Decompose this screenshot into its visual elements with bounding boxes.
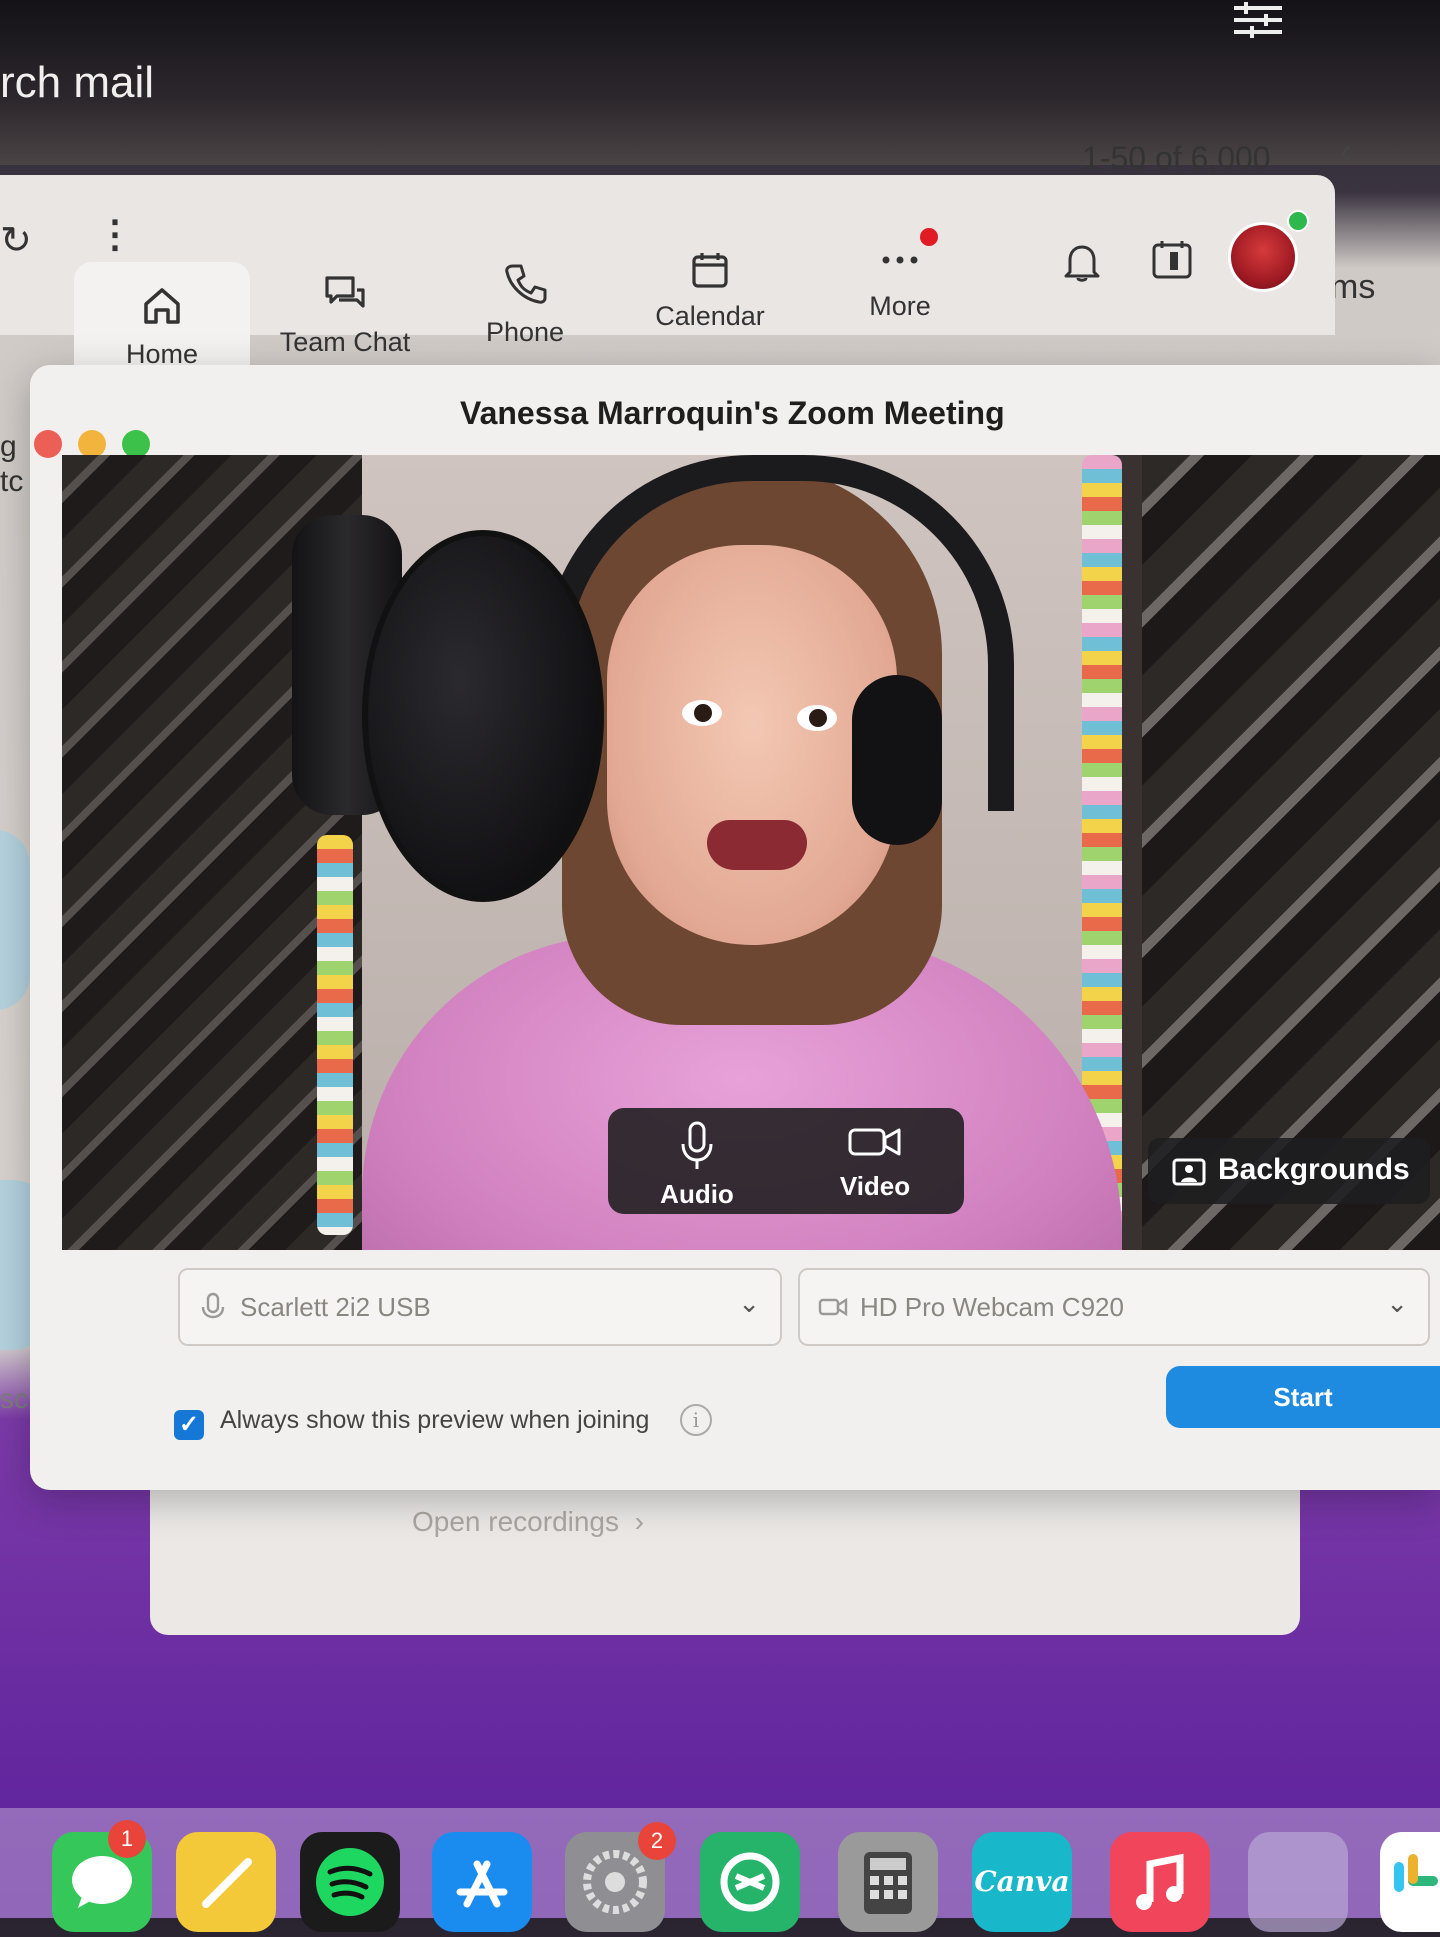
bell-icon[interactable] [1060, 240, 1104, 289]
backgrounds-label: Backgrounds [1218, 1153, 1410, 1186]
filter-icon[interactable] [1230, 0, 1286, 40]
camera-select-value: HD Pro Webcam C920 [860, 1292, 1124, 1322]
canva-icon[interactable]: Canva [972, 1832, 1072, 1932]
nav-phone-label: Phone [485, 317, 565, 347]
maximize-window-button[interactable] [122, 430, 150, 458]
video-camera-icon [818, 1297, 848, 1317]
close-window-button[interactable] [34, 430, 62, 458]
mail-left-text: g [0, 430, 17, 463]
chevron-down-icon: ⌄ [1386, 1288, 1408, 1318]
mail-search-label[interactable]: rch mail [0, 58, 154, 108]
kebab-menu-icon[interactable]: ⋮ [96, 212, 134, 257]
nav-calendar[interactable]: Calendar [640, 250, 780, 332]
refresh-icon[interactable]: ↻ [0, 218, 32, 263]
slack-icon[interactable] [1380, 1832, 1440, 1932]
nav-team-chat-label: Team Chat [279, 327, 411, 357]
headphones [542, 455, 1014, 811]
phone-icon [505, 264, 547, 304]
spotify-icon[interactable] [300, 1832, 400, 1932]
calendar-icon [692, 253, 728, 288]
messages-badge: 1 [108, 1820, 146, 1858]
headphone-earcup [852, 675, 942, 845]
person-mouth [707, 820, 807, 870]
chat-icon [325, 276, 365, 308]
microphone-select-value: Scarlett 2i2 USB [240, 1292, 431, 1322]
mail-left-text: tc [0, 465, 24, 498]
video-button[interactable]: Video [786, 1108, 964, 1214]
nav-more[interactable]: More [840, 240, 960, 322]
info-icon[interactable]: i [680, 1404, 712, 1436]
audio-video-controls: Audio Video [608, 1108, 964, 1214]
always-show-preview-checkbox[interactable]: ✓ [174, 1410, 204, 1440]
backgrounds-button[interactable]: Backgrounds [1148, 1138, 1430, 1204]
audio-button[interactable]: Audio [608, 1108, 786, 1214]
microphone-icon [681, 1121, 713, 1169]
window-title: Vanessa Marroquin's Zoom Meeting [460, 395, 1005, 431]
more-icon [882, 256, 918, 264]
open-recordings-label: Open recordings [412, 1506, 620, 1537]
mail-count: 1-50 of 6,000 [1082, 140, 1271, 176]
presence-indicator [1287, 210, 1309, 232]
home-panel [150, 1470, 1300, 1635]
background-shape [0, 830, 30, 1010]
nav-phone[interactable]: Phone [460, 262, 590, 348]
app-store-icon[interactable] [432, 1832, 532, 1932]
sync-app-icon[interactable] [700, 1832, 800, 1932]
calculator-icon[interactable] [838, 1832, 938, 1932]
nav-more-label: More [869, 291, 931, 321]
home-icon [144, 288, 180, 324]
avatar[interactable] [1228, 222, 1298, 292]
nav-calendar-label: Calendar [655, 301, 765, 331]
start-button[interactable]: Start [1166, 1366, 1440, 1428]
open-recordings-link[interactable]: Open recordings › [412, 1506, 644, 1538]
chevron-left-icon[interactable]: ‹ [1340, 130, 1352, 172]
acoustic-foam [1142, 455, 1440, 1250]
nav-team-chat[interactable]: Team Chat [270, 272, 420, 358]
app-icon[interactable] [1248, 1832, 1348, 1932]
minimize-window-button[interactable] [78, 430, 106, 458]
chevron-down-icon: ⌄ [738, 1288, 760, 1318]
always-show-preview-label: Always show this preview when joining [220, 1406, 650, 1434]
canva-label: Canva [974, 1865, 1070, 1898]
settings-badge: 2 [638, 1822, 676, 1860]
pop-filter [362, 530, 604, 902]
bead-garland [317, 835, 353, 1235]
background-icon [1172, 1158, 1206, 1186]
notification-dot [920, 228, 938, 246]
microphone-icon [201, 1292, 225, 1319]
video-camera-icon [848, 1128, 901, 1156]
schedule-icon[interactable] [1150, 238, 1194, 287]
mail-side-text: ms [1330, 268, 1376, 306]
microphone-select[interactable]: Scarlett 2i2 USB ⌄ [178, 1268, 782, 1346]
music-icon[interactable] [1110, 1832, 1210, 1932]
notes-icon[interactable] [176, 1832, 276, 1932]
video-label: Video [839, 1171, 911, 1201]
camera-select[interactable]: HD Pro Webcam C920 ⌄ [798, 1268, 1430, 1346]
audio-label: Audio [660, 1179, 734, 1209]
